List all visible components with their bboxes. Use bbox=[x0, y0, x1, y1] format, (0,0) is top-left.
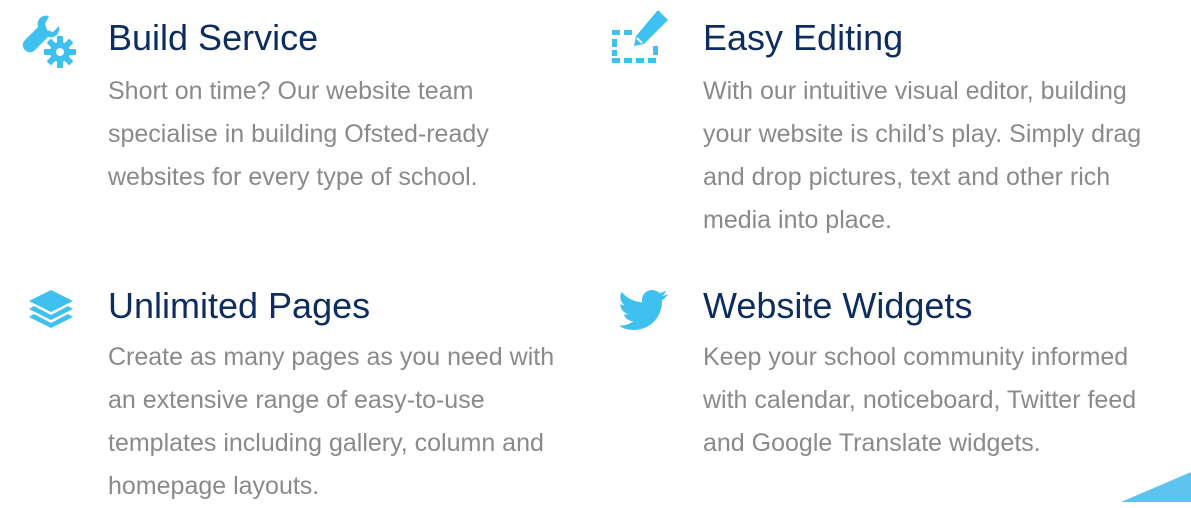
feature-description: Keep your school community informed with… bbox=[703, 343, 1137, 457]
feature-description: Create as many pages as you need with an… bbox=[108, 343, 555, 500]
edit-selection-icon bbox=[610, 8, 670, 66]
feature-description: Short on time? Our website team speciali… bbox=[108, 77, 489, 191]
feature-title: Build Service bbox=[108, 17, 319, 58]
feature-title: Easy Editing bbox=[703, 17, 904, 58]
layers-icon bbox=[26, 288, 76, 332]
wrench-gear-icon bbox=[22, 12, 78, 70]
feature-description: With our intuitive visual editor, buildi… bbox=[703, 77, 1142, 234]
feature-title: Website Widgets bbox=[703, 285, 973, 326]
twitter-bird-icon bbox=[618, 288, 670, 332]
decorative-corner-shape bbox=[1121, 472, 1191, 502]
feature-title: Unlimited Pages bbox=[108, 285, 371, 326]
